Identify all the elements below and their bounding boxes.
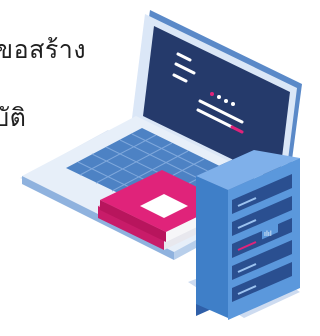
canvas: ılıl ขอสร้าง ฏิบัติ [0,0,316,336]
heading-text-line-2: ฏิบัติ [0,103,27,132]
server-tower: ılıl [196,150,300,320]
server-label: ılıl [264,230,272,238]
heading-text-line-1: ขอสร้าง [0,35,87,64]
